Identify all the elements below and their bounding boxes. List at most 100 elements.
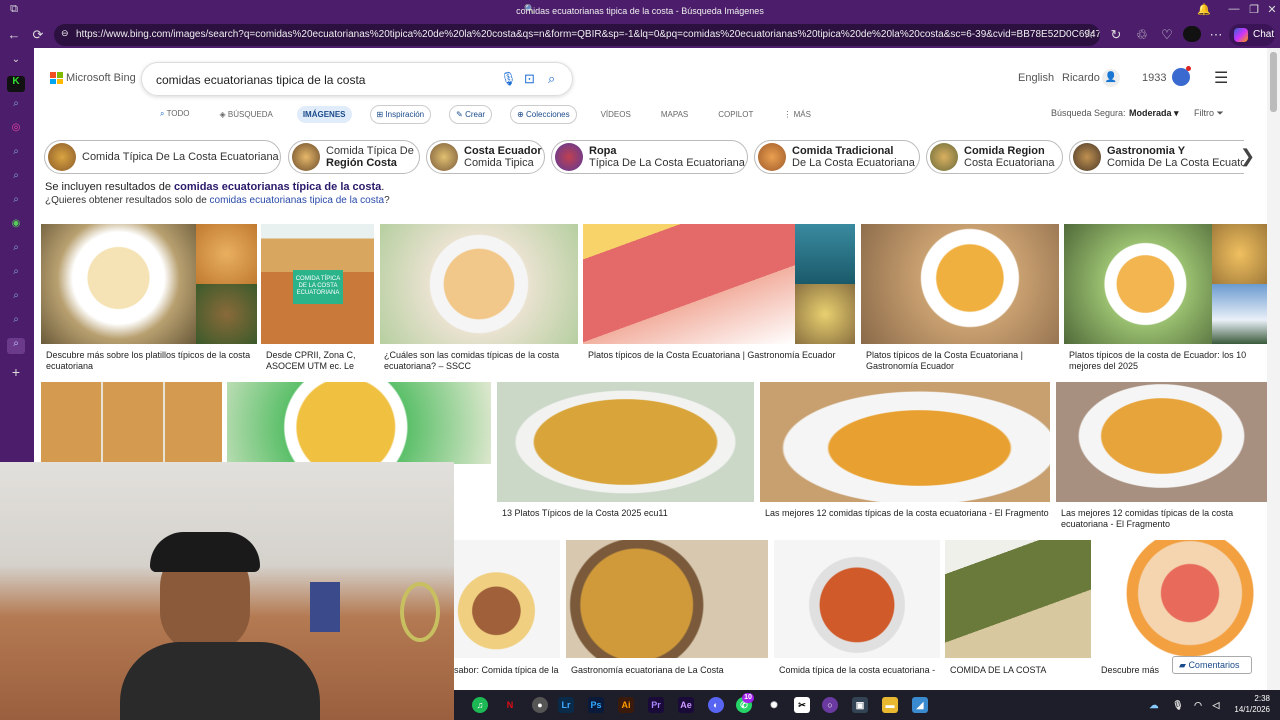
search-icon[interactable]: ⌕ bbox=[7, 242, 25, 258]
result-image[interactable] bbox=[760, 382, 1050, 502]
result-image[interactable] bbox=[945, 540, 1091, 658]
result-image[interactable] bbox=[774, 540, 940, 658]
microphone-icon[interactable]: 🎙 bbox=[1170, 697, 1186, 713]
tab-todo[interactable]: ⌕ TODO bbox=[154, 105, 196, 123]
close-icon[interactable]: ✕ bbox=[1262, 3, 1280, 16]
file-explorer-icon[interactable]: ▬ bbox=[882, 697, 898, 713]
capcut-icon[interactable]: ✂ bbox=[794, 697, 810, 713]
notice-corrected-query[interactable]: comidas ecuatorianas típica de la costa bbox=[174, 181, 381, 193]
app-icon[interactable]: ▣ bbox=[852, 697, 868, 713]
result-image[interactable] bbox=[1064, 224, 1212, 344]
hamburger-menu-icon[interactable]: ☰ bbox=[1214, 68, 1228, 88]
notifications-icon[interactable]: 🔔 bbox=[1194, 3, 1214, 16]
scrollbar-thumb[interactable] bbox=[1270, 52, 1277, 112]
cloud-icon[interactable]: ☁ bbox=[1146, 697, 1162, 713]
result-caption[interactable]: Descubre más sobre los platillos típicos… bbox=[46, 350, 256, 374]
visual-search-icon[interactable]: ⊡ bbox=[524, 71, 535, 87]
chip-0[interactable]: Comida Típica De La Costa Ecuatoriana bbox=[44, 140, 281, 174]
browser-essentials-icon[interactable]: ♡ bbox=[1159, 27, 1175, 43]
result-image[interactable] bbox=[227, 382, 491, 464]
result-image[interactable] bbox=[861, 224, 1059, 344]
result-caption[interactable]: Platos típicos de la costa de Ecuador: l… bbox=[1069, 350, 1264, 374]
language-link[interactable]: English bbox=[1018, 72, 1054, 84]
search-icon[interactable]: ⌕ bbox=[7, 290, 25, 306]
chevron-right-icon[interactable]: ❯ bbox=[1240, 146, 1255, 167]
feedback-button[interactable]: ▰ Comentarios bbox=[1172, 656, 1252, 674]
extensions-icon[interactable]: ↻ bbox=[1108, 27, 1124, 43]
refresh-icon[interactable]: ⟳ bbox=[30, 27, 46, 43]
tab-inspiracion[interactable]: ⊞ Inspiración bbox=[369, 104, 432, 124]
discord-icon[interactable]: ◐ bbox=[708, 697, 724, 713]
address-bar[interactable]: ⊖ https://www.bing.com/images/search?q=c… bbox=[54, 24, 1100, 46]
result-caption[interactable]: Platos típicos de la Costa Ecuatoriana |… bbox=[588, 350, 848, 362]
page-scrollbar[interactable] bbox=[1267, 48, 1280, 690]
search-icon[interactable]: ⌕ bbox=[7, 146, 25, 162]
microphone-icon[interactable]: 🎙 bbox=[500, 71, 517, 87]
result-caption[interactable]: sabor: Comida típica de la bbox=[454, 665, 562, 677]
chip-1[interactable]: Comida Típica De Región Costa bbox=[288, 140, 420, 174]
chip-2[interactable]: Costa Ecuador Comida Tipica bbox=[426, 140, 545, 174]
result-caption[interactable]: ¿Cuáles son las comidas típicas de la co… bbox=[384, 350, 579, 374]
result-caption[interactable]: Las mejores 12 comidas típicas de la cos… bbox=[765, 508, 1050, 520]
system-clock[interactable]: 2:38 14/1/2026 bbox=[1234, 693, 1270, 715]
new-tab-icon[interactable]: + bbox=[7, 364, 25, 380]
result-caption[interactable]: Platos típicos de la Costa Ecuatoriana |… bbox=[866, 350, 1056, 374]
safe-search-dropdown[interactable]: Moderada ▾ bbox=[1129, 108, 1179, 119]
copilot-chat-button[interactable]: Chat bbox=[1229, 24, 1275, 46]
app-icon[interactable]: ○ bbox=[822, 697, 838, 713]
app-icon[interactable]: ● bbox=[532, 697, 548, 713]
tab-colecciones[interactable]: ⊕ Colecciones bbox=[510, 104, 577, 124]
wifi-icon[interactable]: ◠ bbox=[1190, 697, 1206, 713]
result-image[interactable] bbox=[1212, 284, 1267, 344]
search-icon[interactable]: ⌕ bbox=[7, 314, 25, 330]
photoshop-icon[interactable]: Ps bbox=[588, 697, 604, 713]
user-name[interactable]: Ricardo bbox=[1062, 72, 1100, 84]
spotify-icon[interactable]: ♫ bbox=[472, 697, 488, 713]
premiere-icon[interactable]: Pr bbox=[648, 697, 664, 713]
after-effects-icon[interactable]: Ae bbox=[678, 697, 694, 713]
tab-busqueda[interactable]: ◈ BÚSQUEDA bbox=[214, 106, 279, 123]
result-caption[interactable]: Gastronomía ecuatoriana de La Costa bbox=[571, 665, 766, 677]
result-caption[interactable]: COMIDA DE LA COSTA bbox=[950, 665, 1090, 677]
profile-avatar[interactable] bbox=[1183, 26, 1201, 42]
result-caption[interactable]: Las mejores 12 comidas típicas de la cos… bbox=[1061, 508, 1266, 532]
tab-crear[interactable]: ✎ Crear bbox=[449, 104, 493, 124]
volume-icon[interactable]: ◁ bbox=[1208, 697, 1224, 713]
active-tab-icon[interactable]: ⌕ bbox=[7, 338, 25, 354]
result-caption[interactable]: Comida típica de la costa ecuatoriana - bbox=[779, 665, 939, 677]
result-image[interactable] bbox=[795, 284, 855, 344]
netflix-icon[interactable]: N bbox=[502, 697, 518, 713]
bing-logo[interactable]: Microsoft Bing bbox=[50, 72, 136, 84]
tab-imagenes[interactable]: IMÁGENES bbox=[296, 105, 352, 123]
collapse-icon[interactable]: ⌄ bbox=[7, 54, 25, 70]
filter-button[interactable]: Filtro ⏷ bbox=[1194, 108, 1224, 119]
result-image[interactable] bbox=[497, 382, 754, 502]
search-icon[interactable]: ⌕ bbox=[7, 170, 25, 186]
collections-icon[interactable]: ♲ bbox=[1134, 27, 1150, 43]
kick-icon[interactable]: K bbox=[7, 76, 25, 92]
search-icon[interactable]: ⌕ bbox=[7, 98, 25, 114]
search-icon[interactable]: ⌕ bbox=[548, 71, 555, 87]
result-image[interactable] bbox=[795, 224, 855, 284]
result-image[interactable] bbox=[41, 382, 222, 464]
result-caption[interactable]: Descubre más sob bbox=[1101, 665, 1171, 677]
result-caption[interactable]: Desde CPRII, Zona C, ASOCEM UTM ec. Le t… bbox=[266, 350, 376, 374]
search-icon[interactable]: ⌕ bbox=[7, 266, 25, 282]
original-query-link[interactable]: comidas ecuatorianas tipica de la costa bbox=[210, 195, 385, 206]
instagram-icon[interactable]: ◎ bbox=[7, 122, 25, 138]
lightroom-icon[interactable]: Lr bbox=[558, 697, 574, 713]
chip-3[interactable]: Ropa Típica De La Costa Ecuatoriana bbox=[551, 140, 748, 174]
chip-6[interactable]: Gastronomia Y Comida De La Costa Ecuator bbox=[1069, 140, 1244, 174]
result-image[interactable] bbox=[454, 540, 560, 658]
tab-mapas[interactable]: MAPAS bbox=[655, 106, 694, 123]
result-image[interactable] bbox=[196, 224, 257, 284]
more-options-icon[interactable]: ⋯ bbox=[1208, 27, 1224, 43]
result-caption[interactable]: 13 Platos Típicos de la Costa 2025 ecu11 bbox=[502, 508, 752, 520]
result-image[interactable] bbox=[583, 224, 795, 344]
favorite-star-icon[interactable]: ☆ bbox=[1081, 26, 1097, 42]
result-image[interactable] bbox=[566, 540, 768, 658]
result-image[interactable] bbox=[196, 284, 257, 344]
maximize-icon[interactable]: ❐ bbox=[1244, 3, 1264, 16]
tab-copilot[interactable]: COPILOT bbox=[712, 106, 759, 123]
result-image[interactable] bbox=[1056, 382, 1267, 502]
